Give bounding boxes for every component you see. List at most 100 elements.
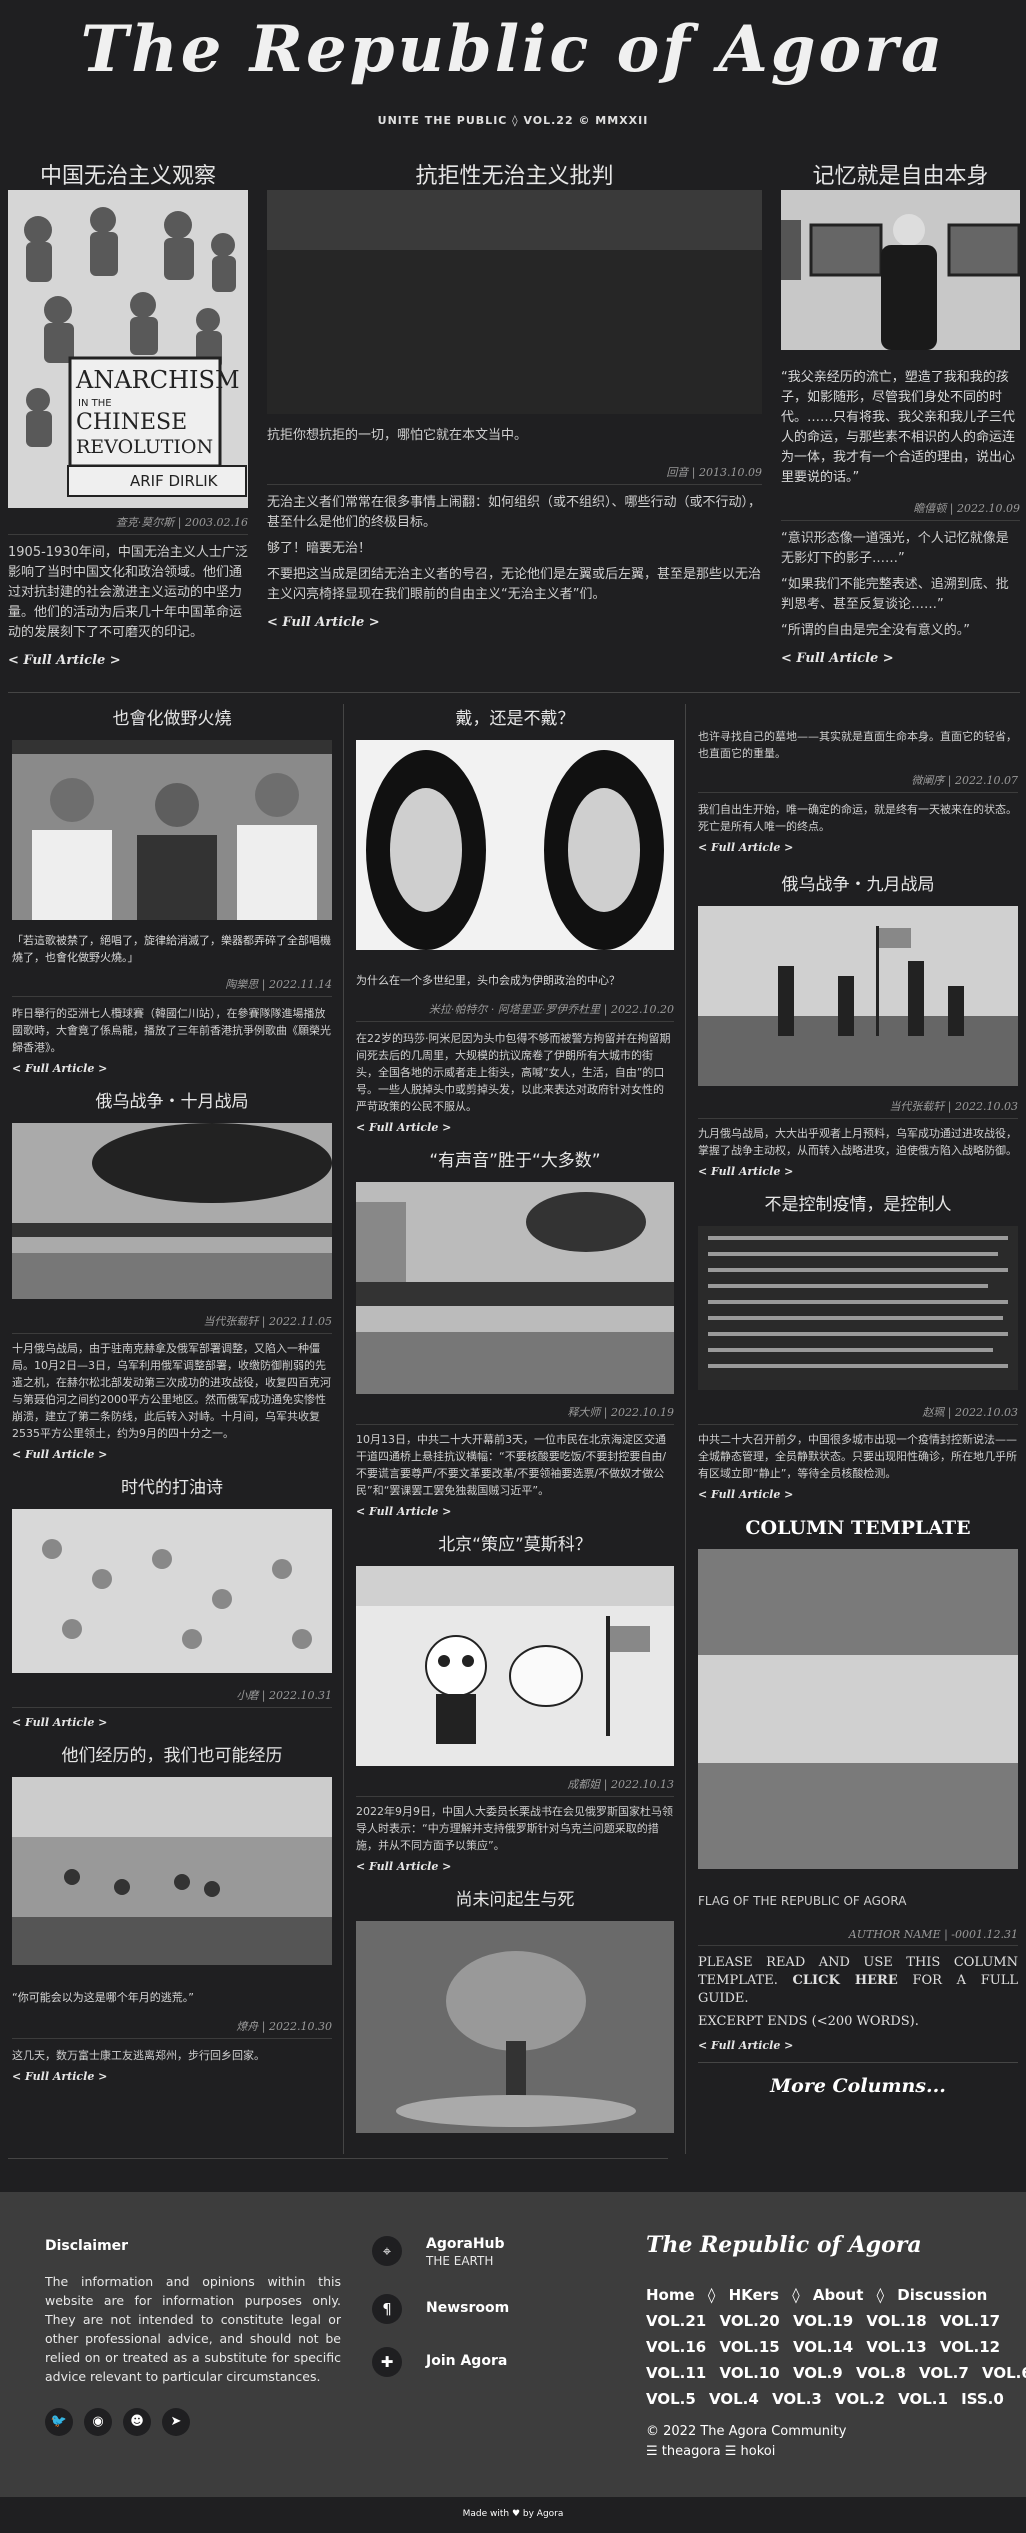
volume-link[interactable]: VOL.8 — [856, 2364, 906, 2382]
volume-link[interactable]: VOL.9 — [793, 2364, 843, 2382]
volume-link[interactable]: VOL.14 — [793, 2338, 853, 2356]
nav-about[interactable]: About — [813, 2286, 864, 2304]
veiled-faces-image[interactable] — [356, 740, 674, 950]
volume-link[interactable]: VOL.16 — [646, 2338, 706, 2356]
nav-discussion[interactable]: Discussion — [897, 2286, 987, 2304]
article-title[interactable]: 尚未问起生与死 — [356, 1885, 674, 1921]
full-article-link[interactable]: < Full Article > — [698, 1488, 1018, 1501]
cover-title-anarchism: ANARCHISM — [76, 366, 240, 394]
article-excerpt-1: “意识形态像一道强光，个人记忆就像是无影灯下的影子……” — [781, 531, 1009, 566]
reddit-icon[interactable]: ☻ — [123, 2408, 151, 2436]
volume-links-row-2: VOL.16 VOL.15 VOL.14 VOL.13 VOL.12 — [646, 2338, 1008, 2356]
article-title[interactable]: 抗拒性无治主义批判 — [267, 158, 762, 190]
panda-bear-cartoon-image[interactable] — [356, 1566, 674, 1766]
right-column: 也许寻找自己的墓地——其实就是直面生命本身。直面它的轻省，也直面它的重量。 微阐… — [698, 728, 1018, 2097]
volume-link[interactable]: VOL.18 — [866, 2312, 926, 2330]
full-article-link[interactable]: < Full Article > — [267, 615, 762, 630]
full-article-link[interactable]: < Full Article > — [698, 1165, 1018, 1178]
article-excerpt: 也许寻找自己的墓地——其实就是直面生命本身。直面它的轻省，也直面它的重量。 — [698, 730, 1017, 760]
article-title[interactable]: 不是控制疫情，是控制人 — [698, 1190, 1018, 1226]
full-article-link[interactable]: < Full Article > — [356, 1121, 674, 1134]
article-excerpt: 1905-1930年间，中国无治主义人士广泛影响了当时中国文化和政治领域。他们通… — [8, 545, 248, 640]
bridge-illustration — [12, 1123, 332, 1299]
site-title[interactable]: The Republic of Agora — [0, 12, 1026, 87]
volume-link[interactable]: VOL.1 — [898, 2390, 948, 2408]
article-byline: 微阐序 | 2022.10.07 — [698, 772, 1018, 793]
article-title[interactable]: 他们经历的，我们也可能经历 — [12, 1741, 332, 1777]
volume-link[interactable]: VOL.5 — [646, 2390, 696, 2408]
rubble-family-image[interactable] — [12, 1777, 332, 1965]
top-article-1: 中国无治主义观察 ANARCHISM IN THE CHINESE REVOLU… — [8, 158, 248, 668]
volume-link[interactable]: VOL.3 — [772, 2390, 822, 2408]
click-here-link[interactable]: CLICK HERE — [793, 1973, 898, 1988]
article-byline: 当代张载轩 | 2022.11.05 — [12, 1313, 332, 1334]
article-byline: 赵珮 | 2022.10.03 — [698, 1404, 1018, 1425]
article-title[interactable]: 北京“策应”莫斯科？ — [356, 1530, 674, 1566]
masked-crowd-image[interactable] — [267, 190, 762, 414]
article-quote: 为什么在一个多世纪里，头巾会成为伊朗政治的中心？ — [356, 974, 620, 987]
article-quote: 「若這歌被禁了，絕唱了，旋律給消滅了，樂器都弄碎了全部唱機燒了，也會化做野火燒。… — [12, 934, 331, 964]
article-title[interactable]: 戴，还是不戴？ — [356, 704, 674, 740]
section-divider — [8, 2158, 668, 2159]
more-columns-link[interactable]: More Columns... — [698, 2075, 1018, 2097]
volume-link[interactable]: VOL.4 — [709, 2390, 759, 2408]
text-noise-image[interactable] — [698, 1226, 1018, 1390]
volume-links-row-1: VOL.21 VOL.20 VOL.19 VOL.18 VOL.17 — [646, 2312, 1008, 2330]
book-cover-illustration — [8, 190, 248, 508]
volume-link[interactable]: VOL.11 — [646, 2364, 706, 2382]
text-noise-illustration — [698, 1226, 1018, 1390]
article-title[interactable]: 时代的打油诗 — [12, 1473, 332, 1509]
full-article-link[interactable]: < Full Article > — [356, 1505, 674, 1518]
volume-link[interactable]: VOL.10 — [719, 2364, 779, 2382]
bridge-fire-image[interactable] — [12, 1123, 332, 1299]
volume-link[interactable]: VOL.20 — [719, 2312, 779, 2330]
veiled-faces-illustration — [356, 740, 674, 950]
telegram-icon[interactable]: ➤ — [162, 2408, 190, 2436]
article-title[interactable]: 也會化做野火燒 — [12, 704, 332, 740]
article-title[interactable]: 中国无治主义观察 — [8, 158, 248, 190]
article-excerpt: 在22岁的玛莎·阿米尼因为头巾包得不够而被警方拘留并在拘留期间死去后的几周里，大… — [356, 1032, 671, 1113]
volume-link[interactable]: VOL.21 — [646, 2312, 706, 2330]
volume-link[interactable]: VOL.6 — [982, 2364, 1026, 2382]
column-divider — [685, 704, 686, 2154]
full-article-link[interactable]: < Full Article > — [356, 1860, 674, 1873]
github-icon[interactable]: ◉ — [84, 2408, 112, 2436]
article-title[interactable]: 记忆就是自由本身 — [781, 158, 1020, 190]
volume-link[interactable]: VOL.13 — [866, 2338, 926, 2356]
volume-link[interactable]: ISS.0 — [961, 2390, 1004, 2408]
full-article-link[interactable]: < Full Article > — [12, 1448, 332, 1461]
twitter-icon[interactable]: 🐦 — [45, 2408, 73, 2436]
volume-link[interactable]: VOL.17 — [940, 2312, 1000, 2330]
rugby-team-image[interactable] — [12, 740, 332, 920]
credits[interactable]: ☰ theagora ☰ hokoi — [646, 2444, 775, 2459]
full-article-link[interactable]: < Full Article > — [698, 2039, 1018, 2052]
footer-brand[interactable]: The Republic of Agora — [646, 2232, 922, 2258]
overpass-smoke-image[interactable] — [356, 1182, 674, 1394]
full-article-link[interactable]: < Full Article > — [8, 653, 248, 668]
cover-title-in-the: IN THE — [78, 398, 112, 409]
nav-separator: ◊ — [707, 2286, 716, 2304]
flag-stripe-bottom — [698, 1763, 1018, 1869]
article-excerpt-3: “所谓的自由是完全没有意义的。” — [781, 623, 970, 638]
full-article-link[interactable]: < Full Article > — [12, 1716, 332, 1729]
anarchism-book-cover-image[interactable]: ANARCHISM IN THE CHINESE REVOLUTION ARIF… — [8, 190, 248, 508]
full-article-link[interactable]: < Full Article > — [698, 841, 1018, 854]
volume-link[interactable]: VOL.19 — [793, 2312, 853, 2330]
soldiers-flag-image[interactable] — [698, 906, 1018, 1086]
nav-home[interactable]: Home — [646, 2286, 695, 2304]
article-title[interactable]: “有声音”胜于“大多数” — [356, 1146, 674, 1182]
full-article-link[interactable]: < Full Article > — [12, 1062, 332, 1075]
ink-painting-image[interactable] — [12, 1509, 332, 1673]
article-title[interactable]: 俄乌战争・九月战局 — [698, 870, 1018, 906]
full-article-link[interactable]: < Full Article > — [12, 2070, 332, 2083]
volume-link[interactable]: VOL.7 — [919, 2364, 969, 2382]
volume-link[interactable]: VOL.15 — [719, 2338, 779, 2356]
column-template-title[interactable]: COLUMN TEMPLATE — [698, 1517, 1018, 1545]
volume-link[interactable]: VOL.2 — [835, 2390, 885, 2408]
nav-hkers[interactable]: HKers — [729, 2286, 779, 2304]
volume-link[interactable]: VOL.12 — [940, 2338, 1000, 2356]
abstract-painting-image[interactable] — [356, 1921, 674, 2133]
gallery-man-image[interactable] — [781, 190, 1020, 350]
article-title[interactable]: 俄乌战争・十月战局 — [12, 1087, 332, 1123]
full-article-link[interactable]: < Full Article > — [781, 651, 1020, 666]
